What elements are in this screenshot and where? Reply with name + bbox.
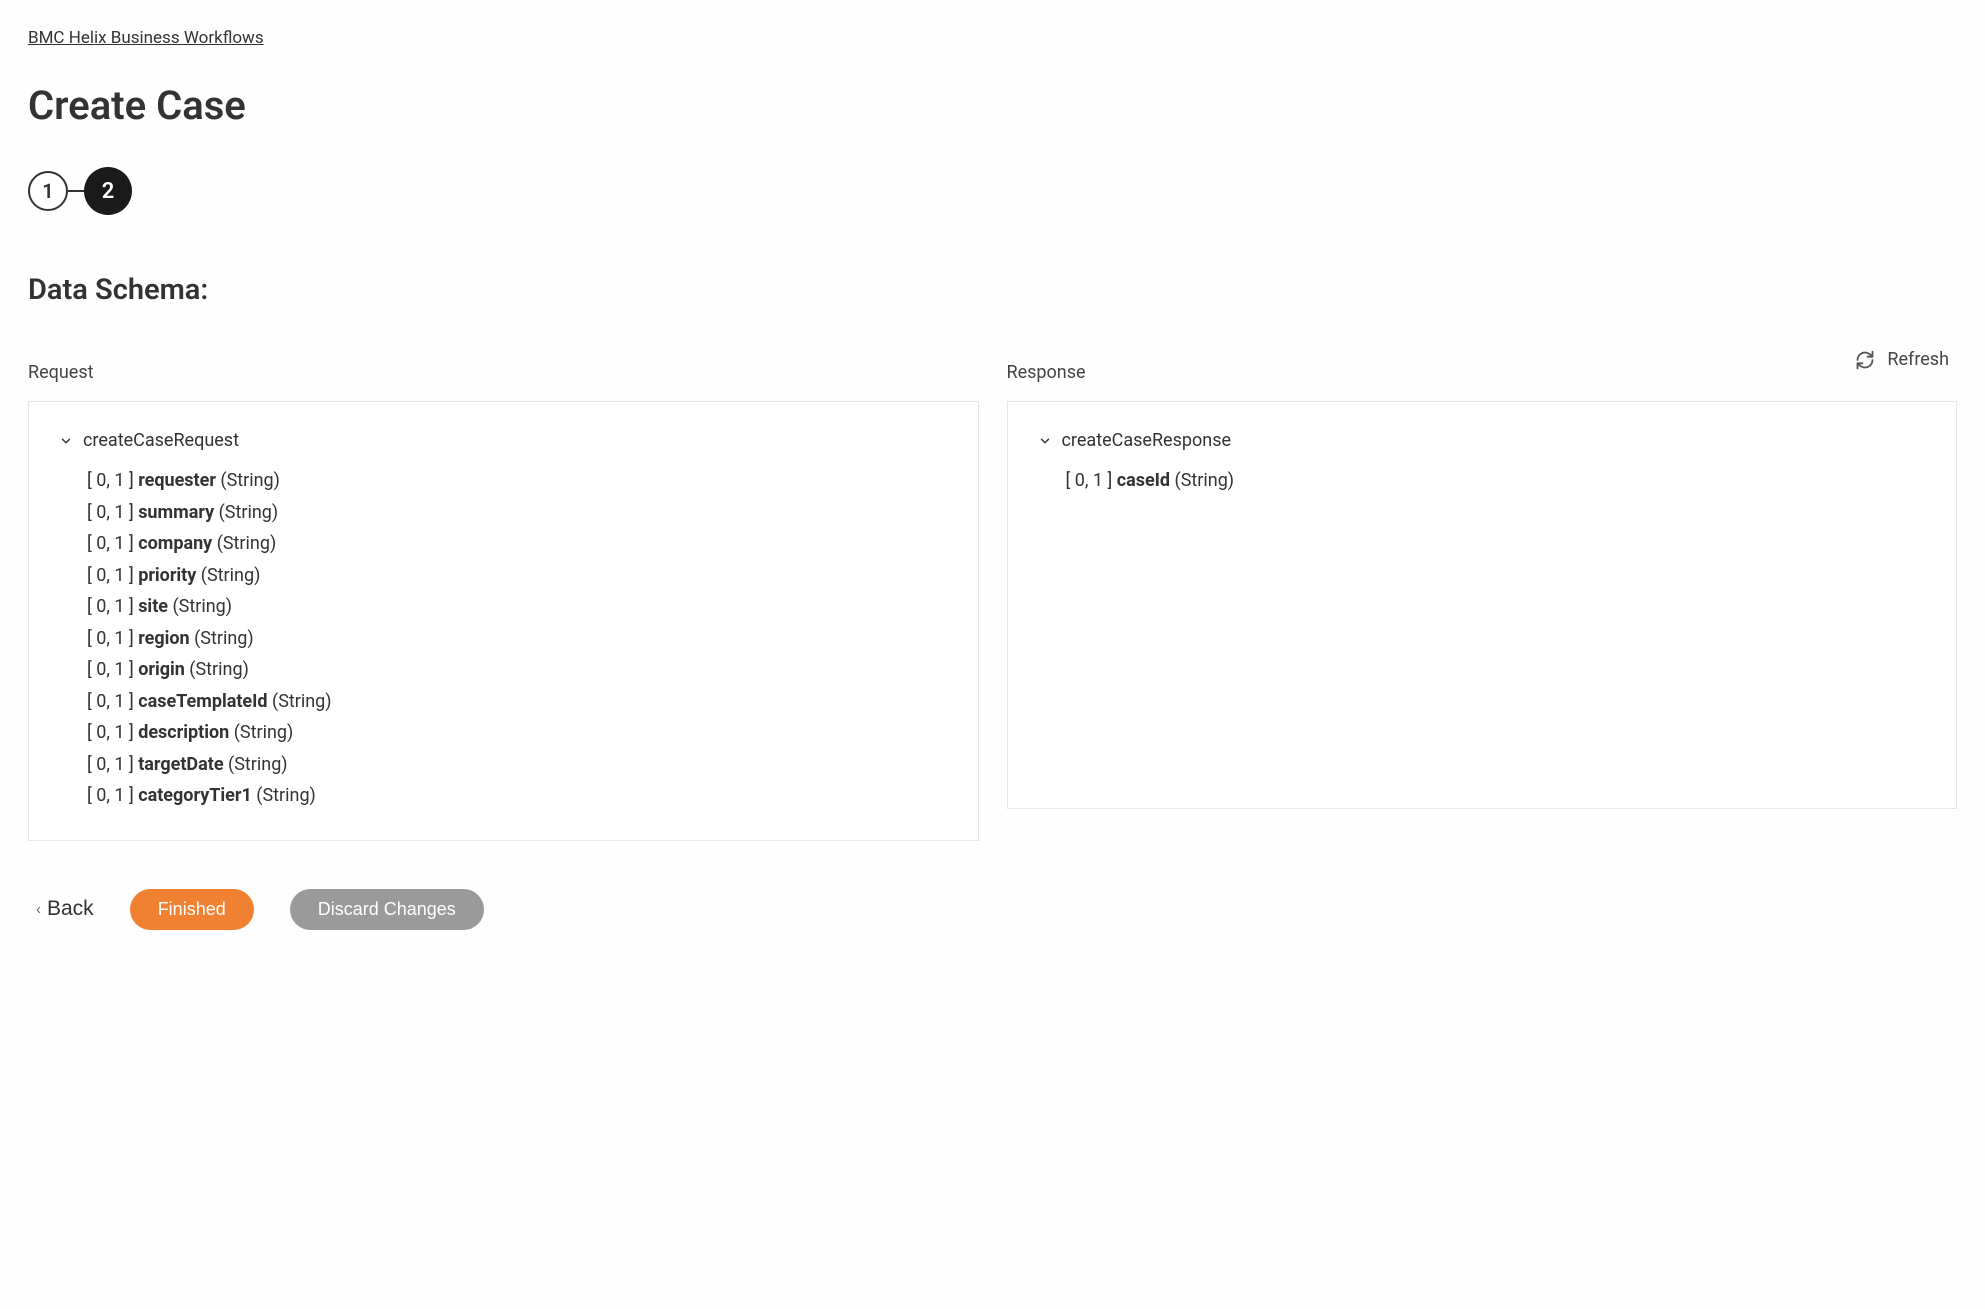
section-title-data-schema: Data Schema:: [28, 273, 1957, 307]
schema-field: [ 0, 1 ] summary (String): [87, 497, 948, 529]
response-root-toggle[interactable]: createCaseResponse: [1038, 430, 1927, 451]
field-cardinality: [ 0, 1 ]: [87, 565, 138, 586]
schema-field: [ 0, 1 ] categoryTier1 (String): [87, 780, 948, 812]
field-cardinality: [ 0, 1 ]: [87, 754, 138, 775]
field-type: (String): [224, 754, 288, 775]
field-type: (String): [168, 596, 232, 617]
schema-field: [ 0, 1 ] description (String): [87, 717, 948, 749]
field-cardinality: [ 0, 1 ]: [87, 785, 138, 806]
field-name: summary: [138, 502, 214, 523]
field-name: site: [138, 596, 168, 617]
response-label: Response: [1007, 362, 1958, 383]
breadcrumb[interactable]: BMC Helix Business Workflows: [28, 28, 264, 48]
schema-field: [ 0, 1 ] priority (String): [87, 560, 948, 592]
field-cardinality: [ 0, 1 ]: [87, 691, 138, 712]
response-fields: [ 0, 1 ] caseId (String): [1038, 465, 1927, 497]
footer: ‹ Back Finished Discard Changes: [28, 889, 1957, 930]
field-cardinality: [ 0, 1 ]: [87, 596, 138, 617]
field-name: caseId: [1117, 470, 1170, 491]
field-type: (String): [212, 533, 276, 554]
field-name: requester: [138, 470, 216, 491]
request-fields: [ 0, 1 ] requester (String)[ 0, 1 ] summ…: [59, 465, 948, 812]
field-name: description: [138, 722, 229, 743]
step-1[interactable]: 1: [28, 171, 68, 211]
step-connector: [68, 190, 84, 192]
field-name: company: [138, 533, 212, 554]
request-label: Request: [28, 362, 979, 383]
schema-field: [ 0, 1 ] caseId (String): [1066, 465, 1927, 497]
schema-field: [ 0, 1 ] company (String): [87, 528, 948, 560]
schema-field: [ 0, 1 ] caseTemplateId (String): [87, 686, 948, 718]
schema-field: [ 0, 1 ] targetDate (String): [87, 749, 948, 781]
field-type: (String): [229, 722, 293, 743]
field-type: (String): [252, 785, 316, 806]
request-column: Request createCaseRequest [ 0, 1 ] reque…: [28, 362, 979, 841]
field-type: (String): [1170, 470, 1234, 491]
field-name: targetDate: [138, 754, 223, 775]
field-type: (String): [190, 628, 254, 649]
schema-field: [ 0, 1 ] site (String): [87, 591, 948, 623]
discard-button[interactable]: Discard Changes: [290, 889, 484, 930]
back-label: Back: [47, 897, 94, 921]
field-type: (String): [196, 565, 260, 586]
response-root-name: createCaseResponse: [1062, 430, 1232, 451]
schema-field: [ 0, 1 ] requester (String): [87, 465, 948, 497]
page-title: Create Case: [28, 82, 1957, 129]
chevron-down-icon: [59, 434, 73, 448]
field-type: (String): [185, 659, 249, 680]
step-2[interactable]: 2: [84, 167, 132, 215]
field-name: region: [138, 628, 189, 649]
field-name: categoryTier1: [138, 785, 252, 806]
field-type: (String): [216, 470, 280, 491]
response-column: Response createCaseResponse [ 0, 1 ] cas…: [1007, 362, 1958, 841]
back-button[interactable]: ‹ Back: [36, 897, 94, 921]
chevron-down-icon: [1038, 434, 1052, 448]
request-root-toggle[interactable]: createCaseRequest: [59, 430, 948, 451]
schema-field: [ 0, 1 ] region (String): [87, 623, 948, 655]
request-root-name: createCaseRequest: [83, 430, 239, 451]
request-schema-box: createCaseRequest [ 0, 1 ] requester (St…: [28, 401, 979, 841]
field-type: (String): [268, 691, 332, 712]
finished-button[interactable]: Finished: [130, 889, 254, 930]
field-cardinality: [ 0, 1 ]: [87, 470, 138, 491]
field-type: (String): [214, 502, 278, 523]
chevron-left-icon: ‹: [36, 901, 41, 918]
field-cardinality: [ 0, 1 ]: [87, 628, 138, 649]
field-name: priority: [138, 565, 196, 586]
field-cardinality: [ 0, 1 ]: [1066, 470, 1117, 491]
field-cardinality: [ 0, 1 ]: [87, 659, 138, 680]
field-name: caseTemplateId: [138, 691, 267, 712]
response-schema-box: createCaseResponse [ 0, 1 ] caseId (Stri…: [1007, 401, 1958, 809]
stepper: 1 2: [28, 167, 1957, 215]
field-cardinality: [ 0, 1 ]: [87, 722, 138, 743]
field-name: origin: [138, 659, 185, 680]
field-cardinality: [ 0, 1 ]: [87, 533, 138, 554]
schema-field: [ 0, 1 ] origin (String): [87, 654, 948, 686]
field-cardinality: [ 0, 1 ]: [87, 502, 138, 523]
